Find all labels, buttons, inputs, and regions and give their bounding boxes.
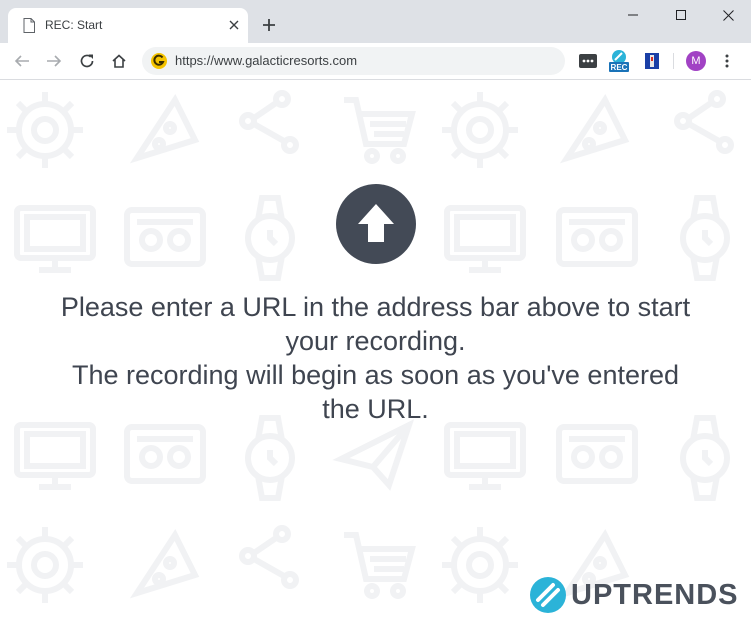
browser-toolbar: https://www.galacticresorts.com REC M <box>0 43 751 80</box>
close-icon <box>229 20 239 30</box>
brand-name: UPTRENDS <box>571 579 739 611</box>
arrow-right-icon <box>47 55 62 67</box>
minimize-icon <box>628 14 638 16</box>
url-text[interactable]: https://www.galacticresorts.com <box>175 53 357 69</box>
arrow-up-icon <box>336 184 416 264</box>
message-line: the URL. <box>322 394 429 424</box>
tab-title: REC: Start <box>45 18 103 32</box>
profile-avatar[interactable]: M <box>686 51 706 71</box>
reload-button[interactable] <box>75 49 99 73</box>
flag-extension-icon[interactable] <box>642 51 662 71</box>
address-bar[interactable]: https://www.galacticresorts.com <box>142 47 565 75</box>
ellipsis-extension-icon[interactable] <box>578 51 598 71</box>
close-icon <box>722 9 734 21</box>
page-content: Please enter a URL in the address bar ab… <box>0 80 751 635</box>
rec-extension-icon[interactable]: REC <box>608 49 630 73</box>
close-window-button[interactable] <box>705 0 751 30</box>
message-line: Please enter a URL in the address bar ab… <box>60 292 691 322</box>
forward-button[interactable] <box>42 49 66 73</box>
toolbar-divider <box>673 53 674 69</box>
plus-icon <box>263 19 275 31</box>
message-line: The recording will begin as soon as you'… <box>71 360 679 390</box>
title-bar: REC: Start <box>0 0 751 43</box>
minimize-button[interactable] <box>610 0 656 30</box>
more-vertical-icon <box>725 54 729 68</box>
new-tab-button[interactable] <box>258 14 280 36</box>
document-icon <box>23 18 35 33</box>
tab-close-button[interactable] <box>227 18 241 32</box>
reload-icon <box>80 54 94 68</box>
site-favicon <box>151 53 167 69</box>
browser-tab[interactable]: REC: Start <box>8 8 248 43</box>
instruction-message: Please enter a URL in the address bar ab… <box>0 290 751 426</box>
maximize-icon <box>676 10 686 20</box>
maximize-button[interactable] <box>658 0 704 30</box>
back-button[interactable] <box>10 49 34 73</box>
arrow-left-icon <box>14 55 29 67</box>
message-line: your recording. <box>285 326 466 356</box>
rec-badge-label: REC <box>611 63 628 72</box>
home-button[interactable] <box>107 49 131 73</box>
home-icon <box>112 54 126 68</box>
uptrends-mark-icon <box>530 577 566 613</box>
uptrends-logo: UPTRENDS <box>529 576 739 614</box>
browser-menu-button[interactable] <box>719 51 735 71</box>
